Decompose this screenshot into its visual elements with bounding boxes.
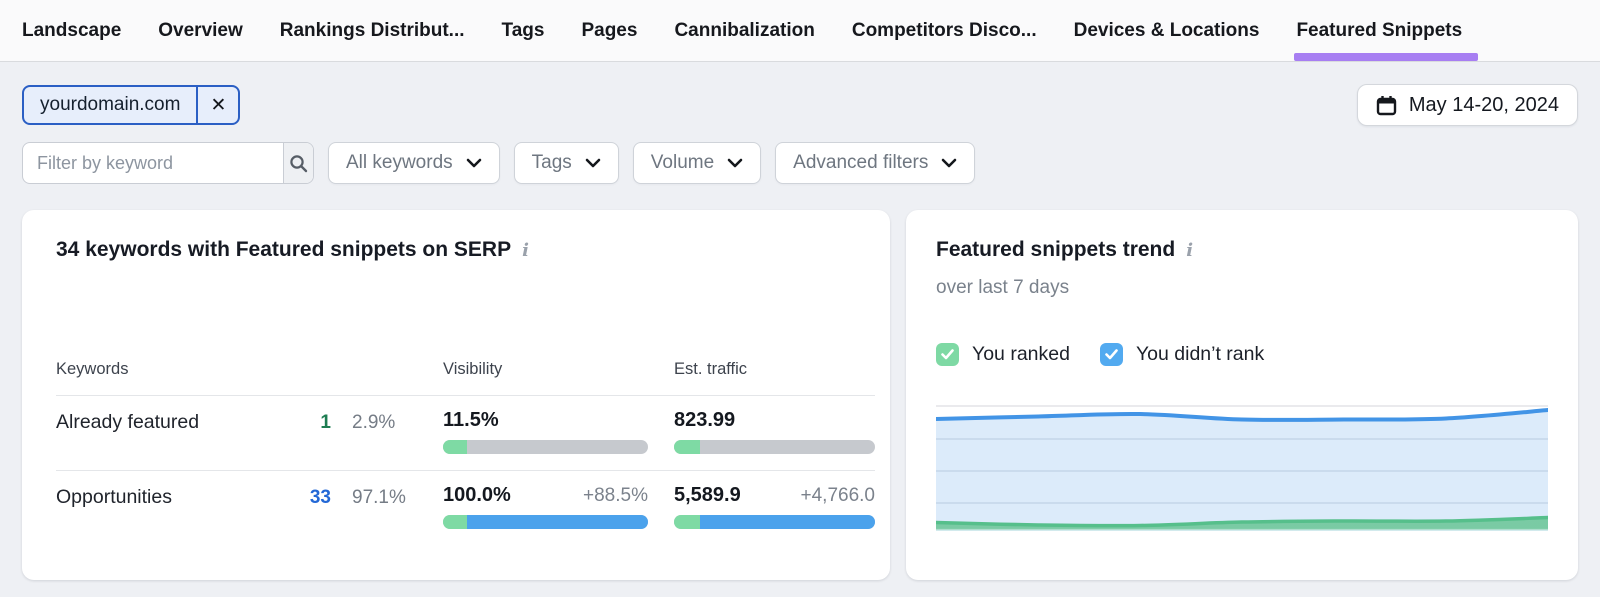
dropdown-all-keywords[interactable]: All keywords xyxy=(328,142,500,184)
trend-card: Featured snippets trend i over last 7 da… xyxy=(906,210,1578,580)
dropdown-label: Advanced filters xyxy=(793,152,929,173)
tab-devices-locations[interactable]: Devices & Locations xyxy=(1074,0,1260,61)
column-header-est-traffic: Est. traffic xyxy=(674,360,748,378)
trend-chart xyxy=(936,403,1548,531)
row-share: 2.9% xyxy=(352,412,396,433)
domain-chip[interactable]: yourdomain.com ✕ xyxy=(22,85,241,125)
calendar-icon xyxy=(1376,95,1397,116)
row-share: 97.1% xyxy=(352,487,406,508)
metric-delta: +88.5% xyxy=(583,485,648,506)
metric-value: 100.0% xyxy=(443,484,511,506)
top-nav: Landscape Overview Rankings Distribut... Ta… xyxy=(0,0,1600,62)
tab-tags[interactable]: Tags xyxy=(502,0,545,61)
info-icon[interactable]: i xyxy=(1186,240,1193,261)
chip-close-button[interactable]: ✕ xyxy=(196,87,238,123)
snippets-card-title: 34 keywords with Featured snippets on SE… xyxy=(56,238,512,261)
row-count: 33 xyxy=(309,487,331,508)
table-header: Keywords Visibility Est. traffic xyxy=(56,360,875,395)
metric-delta: +4,766.0 xyxy=(800,485,876,506)
trend-legend: You ranked You didn’t rank xyxy=(936,343,1548,366)
progress-bar xyxy=(443,440,648,454)
column-header-keywords: Keywords xyxy=(56,360,129,378)
progress-green-segment xyxy=(674,440,701,454)
dropdown-advanced-filters[interactable]: Advanced filters xyxy=(775,142,976,184)
tab-landscape[interactable]: Landscape xyxy=(22,0,121,61)
dropdown-label: All keywords xyxy=(346,152,453,173)
chevron-down-icon xyxy=(727,158,743,168)
search-icon xyxy=(289,154,308,173)
progress-blue-segment xyxy=(700,515,875,529)
row-label: Opportunities xyxy=(56,486,172,508)
keyword-filter-input[interactable] xyxy=(23,143,283,183)
dropdown-label: Volume xyxy=(650,152,715,173)
progress-bar xyxy=(674,440,875,454)
search-button[interactable] xyxy=(283,143,313,183)
check-icon xyxy=(941,349,954,360)
chevron-down-icon xyxy=(585,158,601,168)
progress-green-segment xyxy=(674,515,701,529)
snippets-card: 34 keywords with Featured snippets on SE… xyxy=(22,210,890,580)
checkbox-you-ranked[interactable] xyxy=(936,343,959,366)
tab-cannibalization[interactable]: Cannibalization xyxy=(674,0,814,61)
progress-bar xyxy=(674,515,875,529)
legend-item-you-didnt-rank[interactable]: You didn’t rank xyxy=(1099,343,1265,366)
date-range-label: May 14-20, 2024 xyxy=(1408,93,1559,116)
metric-value: 5,589.9 xyxy=(674,484,741,506)
check-icon xyxy=(1105,349,1118,360)
table-row-opportunities: Opportunities 33 97.1% 100.0% +88.5% 5,5… xyxy=(56,470,875,545)
traffic-metric: 5,589.9 +4,766.0 xyxy=(674,484,875,529)
legend-label: You didn’t rank xyxy=(1135,343,1265,365)
keyword-filter xyxy=(22,142,314,184)
metric-value: 11.5% xyxy=(443,409,499,431)
close-icon: ✕ xyxy=(210,94,227,116)
column-header-visibility: Visibility xyxy=(443,360,503,378)
progress-blue-segment xyxy=(466,515,648,529)
domain-chip-label: yourdomain.com xyxy=(40,94,181,115)
legend-label: You ranked xyxy=(972,343,1070,365)
row-count: 1 xyxy=(320,412,331,433)
table-row-already-featured: Already featured 1 2.9% 11.5% 823.99 xyxy=(56,395,875,470)
chevron-down-icon xyxy=(942,158,957,168)
date-range-picker[interactable]: May 14-20, 2024 xyxy=(1356,84,1578,126)
info-icon[interactable]: i xyxy=(522,240,529,261)
progress-bar xyxy=(443,515,648,529)
legend-item-you-ranked[interactable]: You ranked xyxy=(936,343,1070,366)
tab-competitors-disco[interactable]: Competitors Disco... xyxy=(852,0,1037,61)
tab-rankings-distribut[interactable]: Rankings Distribut... xyxy=(280,0,465,61)
traffic-metric: 823.99 xyxy=(674,409,875,454)
checkbox-you-didnt-rank[interactable] xyxy=(1099,343,1123,366)
tab-pages[interactable]: Pages xyxy=(581,0,637,61)
dropdown-label: Tags xyxy=(531,152,572,173)
visibility-metric: 11.5% xyxy=(443,409,648,454)
dropdown-volume[interactable]: Volume xyxy=(632,142,762,184)
trend-card-title: Featured snippets trend xyxy=(936,238,1176,261)
tab-featured-snippets[interactable]: Featured Snippets xyxy=(1294,0,1478,61)
tab-overview[interactable]: Overview xyxy=(158,0,243,61)
trend-line-blue xyxy=(936,408,1548,422)
filter-bar: All keywords Tags Volume Advanced filters xyxy=(22,142,1578,184)
trend-subtitle: over last 7 days xyxy=(936,277,1070,298)
metric-value: 823.99 xyxy=(674,409,736,431)
dropdown-tags[interactable]: Tags xyxy=(513,142,619,184)
row-label: Already featured xyxy=(56,411,200,433)
progress-green-segment xyxy=(443,440,467,454)
progress-green-segment xyxy=(443,515,467,529)
chevron-down-icon xyxy=(466,158,481,168)
visibility-metric: 100.0% +88.5% xyxy=(443,484,648,529)
